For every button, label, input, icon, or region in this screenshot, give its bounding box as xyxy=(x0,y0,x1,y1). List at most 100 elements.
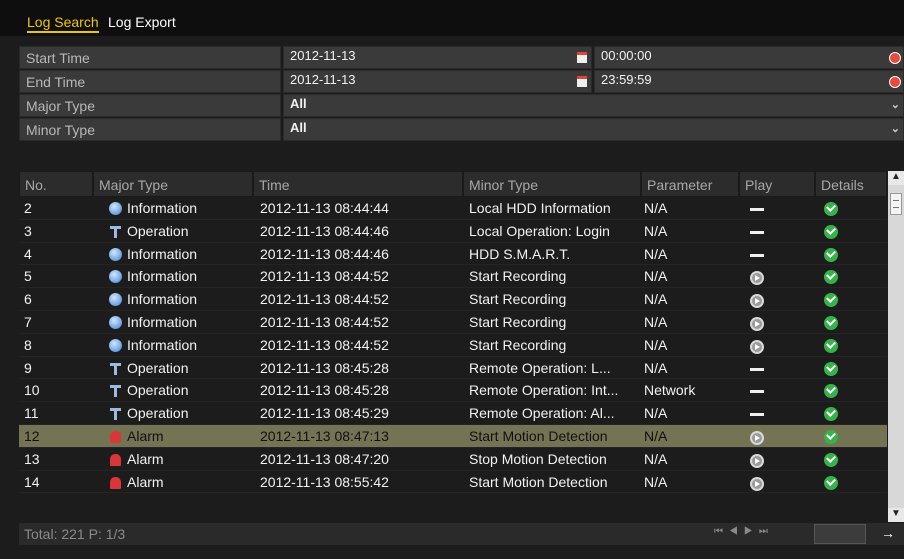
start-time-field[interactable]: 00:00:00 xyxy=(594,46,904,69)
cell-play[interactable] xyxy=(750,476,764,492)
tab-log-export[interactable]: Log Export xyxy=(108,14,176,30)
play-icon[interactable] xyxy=(750,339,764,354)
cell-time: 2012-11-13 08:47:13 xyxy=(260,427,389,444)
cell-details[interactable] xyxy=(824,383,838,399)
no-playback-dash-icon xyxy=(750,208,764,211)
details-check-icon[interactable] xyxy=(824,361,838,376)
cell-details[interactable] xyxy=(824,315,838,331)
table-row[interactable]: 11 Operation 2012-11-13 08:45:29 Remote Ope… xyxy=(19,402,887,425)
play-icon[interactable] xyxy=(750,271,764,286)
table-row[interactable]: 2 Information 2012-11-13 08:44:44 Local HDD… xyxy=(19,197,887,220)
cell-details[interactable] xyxy=(824,452,838,468)
tab-log-search[interactable]: Log Search xyxy=(27,14,99,33)
column-header-details[interactable]: Details xyxy=(815,171,887,197)
cell-details[interactable] xyxy=(824,361,838,377)
details-check-icon[interactable] xyxy=(824,202,838,216)
table-row[interactable]: 9 Operation 2012-11-13 08:45:28 Remote Oper… xyxy=(19,356,887,380)
table-row[interactable]: 12 Alarm 2012-11-13 08:47:13 Start Motion D… xyxy=(19,424,887,448)
details-check-icon[interactable] xyxy=(824,407,838,422)
cell-play[interactable] xyxy=(750,430,764,446)
details-check-icon[interactable] xyxy=(824,338,838,353)
log-table: No. Major Type Time Minor Type Parameter… xyxy=(19,171,887,494)
details-check-icon[interactable] xyxy=(824,293,838,308)
cell-play[interactable] xyxy=(750,453,764,469)
end-date-field[interactable]: 2012-11-13 xyxy=(283,70,592,93)
play-icon[interactable] xyxy=(750,294,764,309)
column-header-major-type[interactable]: Major Type xyxy=(93,171,253,197)
cell-play[interactable] xyxy=(750,316,764,332)
last-page-icon[interactable]: ⏭ xyxy=(759,526,774,537)
total-count: Total: 221 P: 1/3 xyxy=(24,526,126,542)
start-date-field[interactable]: 2012-11-13 xyxy=(283,46,592,69)
play-icon[interactable] xyxy=(750,430,764,445)
details-check-icon[interactable] xyxy=(824,429,838,444)
no-playback-dash-icon xyxy=(750,413,764,417)
page-number-input[interactable] xyxy=(814,524,866,544)
scroll-down-arrow-icon[interactable]: ▼ xyxy=(888,508,904,522)
details-check-icon[interactable] xyxy=(824,247,838,262)
table-row[interactable]: 10 Operation 2012-11-13 08:45:28 Remote Ope… xyxy=(19,379,887,403)
cell-no: 4 xyxy=(24,245,32,262)
cell-play xyxy=(750,248,764,264)
details-check-icon[interactable] xyxy=(824,384,838,399)
cell-time: 2012-11-13 08:45:29 xyxy=(260,405,389,422)
clock-icon[interactable] xyxy=(889,52,901,64)
table-row[interactable]: 6 Information 2012-11-13 08:44:52 Start Rec… xyxy=(19,288,887,311)
cell-details[interactable] xyxy=(824,269,838,285)
column-header-parameter[interactable]: Parameter xyxy=(641,171,739,197)
cell-parameter: N/A xyxy=(644,450,668,467)
prev-page-icon[interactable]: ◀ xyxy=(729,526,744,537)
calendar-icon[interactable] xyxy=(577,52,587,63)
table-row[interactable]: 13 Alarm 2012-11-13 08:47:20 Stop Motion De… xyxy=(19,447,887,471)
next-page-icon[interactable]: ▶ xyxy=(744,526,759,537)
cell-details[interactable] xyxy=(824,475,838,491)
cell-details[interactable] xyxy=(824,201,838,217)
table-row[interactable]: 8 Information 2012-11-13 08:44:52 Start Rec… xyxy=(19,333,887,357)
column-header-play[interactable]: Play xyxy=(739,171,815,197)
cell-play[interactable] xyxy=(750,270,764,286)
table-row[interactable]: 4 Information 2012-11-13 08:44:46 HDD S.M.A… xyxy=(19,242,887,266)
go-page-button[interactable]: → xyxy=(872,523,904,545)
details-check-icon[interactable] xyxy=(824,224,838,239)
play-icon[interactable] xyxy=(750,453,764,468)
table-row[interactable]: 3 Operation 2012-11-13 08:44:46 Local Opera… xyxy=(19,219,887,243)
details-check-icon[interactable] xyxy=(824,315,838,330)
cell-details[interactable] xyxy=(824,338,838,354)
cell-details[interactable] xyxy=(824,292,838,308)
play-icon[interactable] xyxy=(750,476,764,491)
table-scrollbar[interactable]: ▲ ▼ xyxy=(888,171,904,522)
minor-type-select[interactable]: All ⌄ xyxy=(283,118,904,141)
cell-major-type: Information xyxy=(109,268,249,284)
cell-play[interactable] xyxy=(750,339,764,355)
cell-time: 2012-11-13 08:44:52 xyxy=(260,291,389,308)
cell-details[interactable] xyxy=(824,429,838,445)
first-page-icon[interactable]: ⏮ xyxy=(714,526,729,537)
end-time-field[interactable]: 23:59:59 xyxy=(594,70,904,93)
details-check-icon[interactable] xyxy=(824,452,838,467)
table-row[interactable]: 14 Alarm 2012-11-13 08:55:42 Start Motion D… xyxy=(19,470,887,494)
details-check-icon[interactable] xyxy=(824,270,838,285)
column-header-minor-type[interactable]: Minor Type xyxy=(463,171,641,197)
cell-parameter: N/A xyxy=(644,359,668,376)
scroll-thumb[interactable] xyxy=(890,193,902,215)
column-header-no[interactable]: No. xyxy=(19,171,93,197)
cell-no: 11 xyxy=(24,405,39,422)
table-row[interactable]: 7 Information 2012-11-13 08:44:52 Start Rec… xyxy=(19,310,887,334)
cell-major-type: Information xyxy=(109,337,249,353)
calendar-icon[interactable] xyxy=(577,76,587,87)
cell-time: 2012-11-13 08:45:28 xyxy=(260,382,389,399)
column-header-time[interactable]: Time xyxy=(253,171,463,197)
cell-details[interactable] xyxy=(824,247,838,263)
clock-icon[interactable] xyxy=(889,76,901,88)
cell-details[interactable] xyxy=(824,224,838,240)
cell-play[interactable] xyxy=(750,293,764,309)
major-type-select[interactable]: All ⌄ xyxy=(283,94,904,117)
cell-no: 12 xyxy=(24,427,40,444)
scroll-up-arrow-icon[interactable]: ▲ xyxy=(888,171,904,185)
play-icon[interactable] xyxy=(750,316,764,331)
details-check-icon[interactable] xyxy=(824,475,838,490)
cell-details[interactable] xyxy=(824,406,838,422)
cell-parameter: N/A xyxy=(644,268,668,285)
cell-parameter: N/A xyxy=(644,291,668,308)
table-row[interactable]: 5 Information 2012-11-13 08:44:52 Start Rec… xyxy=(19,265,887,289)
